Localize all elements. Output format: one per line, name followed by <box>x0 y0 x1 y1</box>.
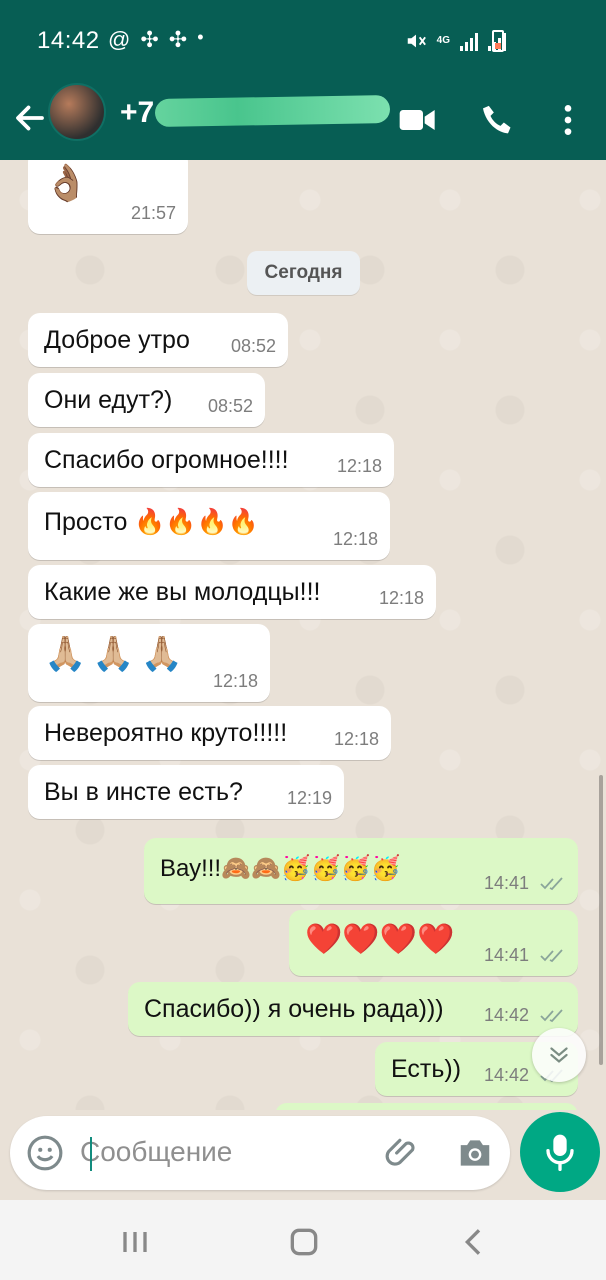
status-bar: 14:42 @ ✣ ✣ • 4G <box>0 0 606 80</box>
message-time: 12:18 <box>212 671 258 691</box>
attachment-icon[interactable] <box>384 1134 422 1172</box>
home-icon[interactable] <box>284 1222 324 1262</box>
message-bubble[interactable]: Вау!!!🙈🙈🥳🥳🥳🥳 14:41 <box>144 838 578 904</box>
chat-area[interactable]: 👌🏽 21:57 Сегодня Доброе утро 08:52 Они е… <box>0 160 606 1110</box>
message-time: 14:42 <box>484 1005 566 1026</box>
dot-icon: • <box>197 27 204 47</box>
redaction-mark <box>154 94 391 128</box>
emoji-icon[interactable] <box>26 1134 64 1172</box>
top-bar: 14:42 @ ✣ ✣ • 4G +7 <box>0 0 606 160</box>
message-time: 12:18 <box>332 529 378 549</box>
back-nav-icon[interactable] <box>454 1222 494 1262</box>
at-icon: @ <box>108 27 131 52</box>
message-text: Невероятно круто!!!!! <box>44 719 288 747</box>
message-bubble[interactable]: 🙏🏼🙏🏼🙏🏼 12:18 <box>28 624 270 702</box>
message-time: 12:18 <box>333 729 379 749</box>
read-ticks-icon <box>540 949 563 963</box>
message-bubble[interactable]: Невероятно круто!!!!! 12:18 <box>28 706 391 760</box>
contact-avatar[interactable] <box>48 83 106 141</box>
message-bubble[interactable]: Спасибо)) я очень рада))) 14:42 <box>128 982 578 1036</box>
message-text: Есть)) <box>391 1055 462 1083</box>
signal-icon <box>460 31 478 51</box>
read-ticks-icon <box>540 1009 563 1023</box>
notification-icons: @ ✣ ✣ • <box>108 27 204 53</box>
message-text: Они едут?) <box>44 386 173 414</box>
message-time: 08:52 <box>207 396 253 416</box>
message-text: Спасибо)) я очень рада))) <box>144 995 444 1023</box>
voice-record-button[interactable] <box>520 1112 600 1192</box>
message-time: 12:18 <box>378 588 424 608</box>
message-bubble[interactable]: ❤️❤️❤️❤️ 14:41 <box>289 910 578 976</box>
message-time: 14:41 <box>484 945 566 966</box>
message-time: 12:18 <box>336 456 382 476</box>
message-time: 08:52 <box>230 336 276 356</box>
read-ticks-icon <box>540 877 563 891</box>
message-bubble[interactable]: Просто 🔥🔥🔥🔥 12:18 <box>28 492 390 560</box>
back-arrow-icon[interactable] <box>12 100 48 136</box>
message-bubble[interactable]: 👌🏽 21:57 <box>28 160 188 234</box>
message-bubble[interactable]: Спасибо огромное!!!! 12:18 <box>28 433 394 487</box>
video-call-icon[interactable] <box>398 100 438 140</box>
double-chevron-down-icon <box>550 1047 568 1063</box>
message-text: Спасибо огромное!!!! <box>44 446 289 474</box>
system-icons: 4G <box>405 30 506 52</box>
message-bubble[interactable]: Вы в инсте есть? 12:19 <box>28 765 344 819</box>
message-text: 👌🏽 <box>44 162 89 203</box>
message-text: Какие же вы молодцы!!! <box>44 578 321 606</box>
message-bubble-partial[interactable] <box>275 1103 578 1110</box>
message-text: ❤️❤️❤️❤️ <box>305 923 455 956</box>
scroll-to-bottom-button[interactable] <box>532 1028 586 1082</box>
camera-icon[interactable] <box>456 1134 494 1172</box>
message-bubble[interactable]: Доброе утро 08:52 <box>28 313 288 367</box>
message-bubble[interactable]: Какие же вы молодцы!!! 12:18 <box>28 565 436 619</box>
date-separator: Сегодня <box>247 251 360 295</box>
message-composer <box>10 1116 510 1190</box>
message-text: Доброе утро <box>44 326 190 354</box>
network-label: 4G <box>436 35 450 46</box>
contact-name[interactable]: +7 <box>120 96 154 130</box>
message-text: Вы в инсте есть? <box>44 778 243 806</box>
message-text: 🙏🏼🙏🏼🙏🏼 <box>44 635 190 673</box>
mute-icon <box>407 34 426 48</box>
recent-apps-icon[interactable] <box>115 1222 155 1262</box>
emblem-icon: ✣ <box>140 27 159 52</box>
message-time: 21:57 <box>130 203 176 223</box>
status-time: 14:42 <box>37 27 100 54</box>
message-bubble[interactable]: Они едут?) 08:52 <box>28 373 265 427</box>
text-caret <box>90 1137 92 1171</box>
message-time: 12:19 <box>286 788 332 808</box>
message-time: 14:41 <box>484 873 566 894</box>
message-text: Просто 🔥🔥🔥🔥 <box>44 508 259 536</box>
message-input[interactable] <box>80 1130 370 1174</box>
emblem-icon: ✣ <box>168 27 188 52</box>
scrollbar[interactable] <box>599 775 603 1065</box>
message-text: Вау!!!🙈🙈🥳🥳🥳🥳 <box>160 855 401 882</box>
phone-call-icon[interactable] <box>478 100 518 140</box>
chat-header: +7 <box>0 80 606 160</box>
system-nav-bar <box>0 1200 606 1280</box>
more-options-icon[interactable] <box>548 100 588 140</box>
battery-icon <box>492 30 504 52</box>
microphone-icon <box>546 1134 574 1171</box>
